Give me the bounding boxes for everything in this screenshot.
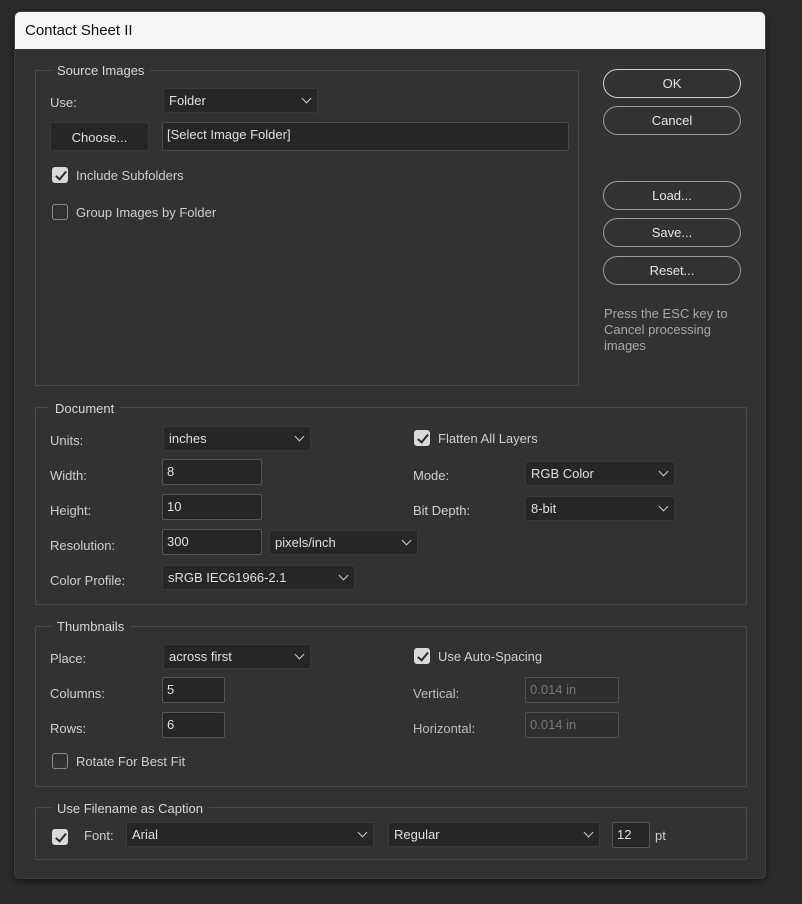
auto-spacing-label: Use Auto-Spacing [438, 649, 543, 664]
horizontal-spacing-field[interactable]: 0.014 in [525, 712, 619, 738]
group-by-folder-label: Group Images by Folder [76, 205, 217, 220]
columns-label: Columns: [50, 686, 105, 701]
thumbnails-legend: Thumbnails [51, 619, 131, 634]
cancel-button[interactable]: Cancel [603, 106, 741, 135]
rotate-best-fit-checkbox[interactable] [52, 753, 68, 769]
bit-depth-label: Bit Depth: [413, 503, 471, 518]
chevron-down-icon [658, 501, 669, 512]
units-label: Units: [50, 433, 84, 448]
auto-spacing-checkbox[interactable] [414, 648, 430, 664]
resolution-unit-value: pixels/inch [275, 535, 336, 550]
include-subfolders-checkbox[interactable] [52, 167, 68, 183]
chevron-down-icon [338, 570, 349, 581]
font-label: Font: [84, 828, 114, 843]
color-profile-label: Color Profile: [50, 573, 126, 588]
vertical-label: Vertical: [413, 686, 460, 701]
place-label: Place: [50, 651, 87, 666]
mode-select[interactable]: RGB Color [525, 461, 675, 486]
units-select-value: inches [169, 431, 207, 446]
vertical-spacing-field[interactable]: 0.014 in [525, 677, 619, 703]
use-select-value: Folder [169, 93, 206, 108]
height-label: Height: [50, 503, 92, 518]
mode-label: Mode: [413, 468, 450, 483]
width-label: Width: [50, 468, 87, 483]
place-select-value: across first [169, 649, 232, 664]
choose-button[interactable]: Choose... [50, 122, 149, 151]
resolution-label: Resolution: [50, 538, 116, 553]
font-select-value: Arial [132, 827, 159, 842]
esc-note: Press the ESC key to Cancel processing i… [604, 306, 728, 353]
use-select[interactable]: Folder [163, 88, 318, 113]
include-subfolders-label: Include Subfolders [76, 168, 184, 183]
document-legend: Document [49, 401, 121, 416]
source-images-legend: Source Images [51, 63, 151, 78]
flatten-layers-checkbox[interactable] [414, 430, 430, 446]
font-size-field[interactable]: 12 [612, 822, 650, 848]
resolution-unit-select[interactable]: pixels/inch [269, 530, 418, 555]
height-field[interactable]: 10 [162, 494, 262, 520]
bit-depth-select[interactable]: 8-bit [525, 496, 675, 521]
chevron-down-icon [301, 93, 312, 104]
rows-field[interactable]: 6 [162, 712, 225, 738]
caption-legend: Use Filename as Caption [51, 801, 209, 816]
horizontal-label: Horizontal: [413, 721, 476, 736]
rows-label: Rows: [50, 721, 87, 736]
resolution-field[interactable]: 300 [162, 529, 262, 555]
units-select[interactable]: inches [163, 426, 311, 451]
columns-field[interactable]: 5 [162, 677, 225, 703]
flatten-layers-label: Flatten All Layers [438, 431, 538, 446]
chevron-down-icon [401, 535, 412, 546]
font-style-value: Regular [394, 827, 440, 842]
color-profile-select[interactable]: sRGB IEC61966-2.1 [162, 565, 355, 590]
load-button[interactable]: Load... [603, 181, 741, 210]
font-style-select[interactable]: Regular [388, 822, 600, 847]
folder-path-field[interactable]: [Select Image Folder] [162, 122, 569, 151]
chevron-down-icon [294, 649, 305, 660]
place-select[interactable]: across first [163, 644, 311, 669]
chevron-down-icon [357, 827, 368, 838]
save-button[interactable]: Save... [603, 218, 741, 247]
chevron-down-icon [294, 431, 305, 442]
chevron-down-icon [583, 827, 594, 838]
contact-sheet-dialog: Contact Sheet II OK Cancel Load... Save.… [14, 11, 766, 879]
font-size-unit: pt [655, 828, 666, 843]
ok-button[interactable]: OK [603, 69, 741, 98]
reset-button[interactable]: Reset... [603, 256, 741, 285]
rotate-best-fit-label: Rotate For Best Fit [76, 754, 186, 769]
caption-enabled-checkbox[interactable] [52, 829, 68, 845]
font-select[interactable]: Arial [126, 822, 374, 847]
use-label: Use: [50, 95, 77, 110]
source-images-group [35, 70, 579, 386]
bit-depth-value: 8-bit [531, 501, 557, 516]
window-title: Contact Sheet II [15, 12, 765, 49]
width-field[interactable]: 8 [162, 459, 262, 485]
mode-select-value: RGB Color [531, 466, 594, 481]
group-by-folder-checkbox[interactable] [52, 204, 68, 220]
color-profile-value: sRGB IEC61966-2.1 [168, 570, 287, 585]
chevron-down-icon [658, 466, 669, 477]
